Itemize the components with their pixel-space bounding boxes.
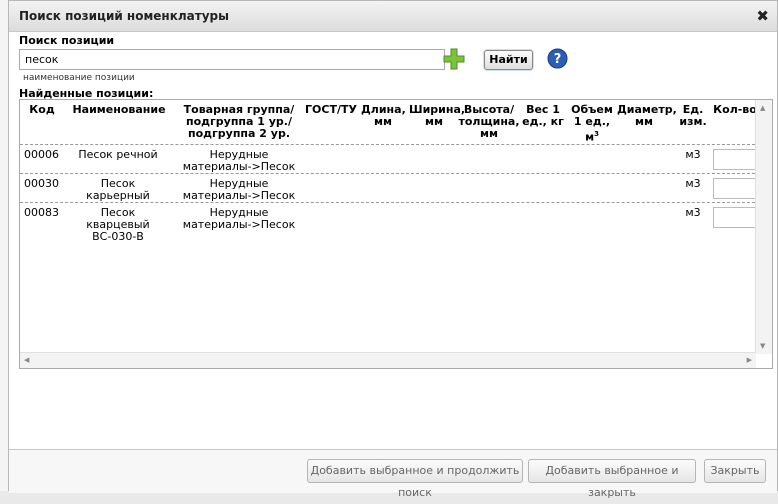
results-grid: Код Наименование Товарная группа/ подгру…	[19, 99, 773, 369]
close-button[interactable]: Закрыть	[704, 459, 766, 483]
find-button[interactable]: Найти	[484, 50, 533, 70]
col-header-weight: Вес 1 ед., кг	[522, 103, 564, 128]
scroll-left-icon[interactable]: ◀	[24, 356, 29, 364]
svg-text:?: ?	[554, 52, 562, 67]
search-input[interactable]	[19, 49, 445, 70]
add-continue-button[interactable]: Добавить выбранное и продолжить поиск	[307, 459, 523, 499]
background-page-edge	[0, 0, 8, 491]
cell-code: 00030	[24, 177, 59, 190]
cell-unit: м3	[685, 206, 701, 219]
vertical-scrollbar[interactable]: ▲ ▼	[755, 100, 772, 354]
col-header-unit: Ед. изм.	[679, 103, 707, 128]
qty-input[interactable]	[713, 178, 759, 199]
help-icon[interactable]: ?	[547, 48, 568, 69]
table-row[interactable]: 00083 Песок кварцевый ВС-030-В Нерудные …	[20, 202, 759, 243]
cell-unit: м3	[685, 148, 701, 161]
cell-code: 00006	[24, 148, 59, 161]
cell-name: Песок речной	[78, 148, 158, 161]
cell-group: Нерудные материалы->Песок	[182, 177, 296, 202]
col-header-group: Товарная группа/ подгруппа 1 ур./ подгру…	[183, 103, 295, 140]
cell-unit: м3	[685, 177, 701, 190]
col-header-diameter: Диаметр, мм	[617, 103, 677, 128]
cell-name: Песок карьерный	[86, 177, 150, 202]
close-icon[interactable]: ✖	[756, 7, 769, 25]
cell-name: Песок кварцевый ВС-030-В	[86, 206, 150, 243]
cell-group: Нерудные материалы->Песок	[182, 148, 296, 173]
col-header-name: Наименование	[72, 103, 166, 116]
scroll-up-icon[interactable]: ▲	[760, 104, 765, 112]
col-header-width: Ширина, мм	[409, 103, 466, 128]
col-header-gost: ГОСТ/ТУ	[305, 103, 357, 116]
dialog-titlebar: Поиск позиций номенклатуры ✖	[9, 1, 777, 32]
dialog-footer: Добавить выбранное и продолжить поиск До…	[9, 449, 777, 499]
horizontal-scrollbar[interactable]: ◀ ▶	[20, 352, 756, 368]
add-close-button[interactable]: Добавить выбранное и закрыть	[528, 459, 696, 499]
search-hint: наименование позиции	[23, 73, 135, 83]
col-header-volume-text: Объем 1 ед., м	[571, 103, 613, 144]
table-row[interactable]: 00006 Песок речной Нерудные материалы->П…	[20, 144, 759, 174]
add-plus-icon[interactable]	[443, 48, 465, 70]
col-header-qty: Кол-во	[713, 103, 757, 116]
qty-input[interactable]	[713, 207, 759, 228]
col-header-height: Высота/ толщина, мм	[458, 103, 520, 140]
search-label: Поиск позиции	[19, 34, 115, 47]
cell-group: Нерудные материалы->Песок	[182, 206, 296, 231]
col-header-volume: Объем 1 ед., м3	[568, 104, 616, 144]
table-row[interactable]: 00030 Песок карьерный Нерудные материалы…	[20, 173, 759, 203]
cell-code: 00083	[24, 206, 59, 219]
volume-unit-sup: 3	[594, 130, 599, 138]
col-header-length: Длина, мм	[361, 103, 406, 128]
dialog-title: Поиск позиций номенклатуры	[19, 9, 229, 23]
col-header-code: Код	[29, 103, 55, 116]
qty-input[interactable]	[713, 149, 759, 170]
search-dialog: Поиск позиций номенклатуры ✖ Поиск позиц…	[8, 0, 778, 499]
scroll-right-icon[interactable]: ▶	[747, 356, 752, 364]
scroll-down-icon[interactable]: ▼	[760, 342, 765, 350]
